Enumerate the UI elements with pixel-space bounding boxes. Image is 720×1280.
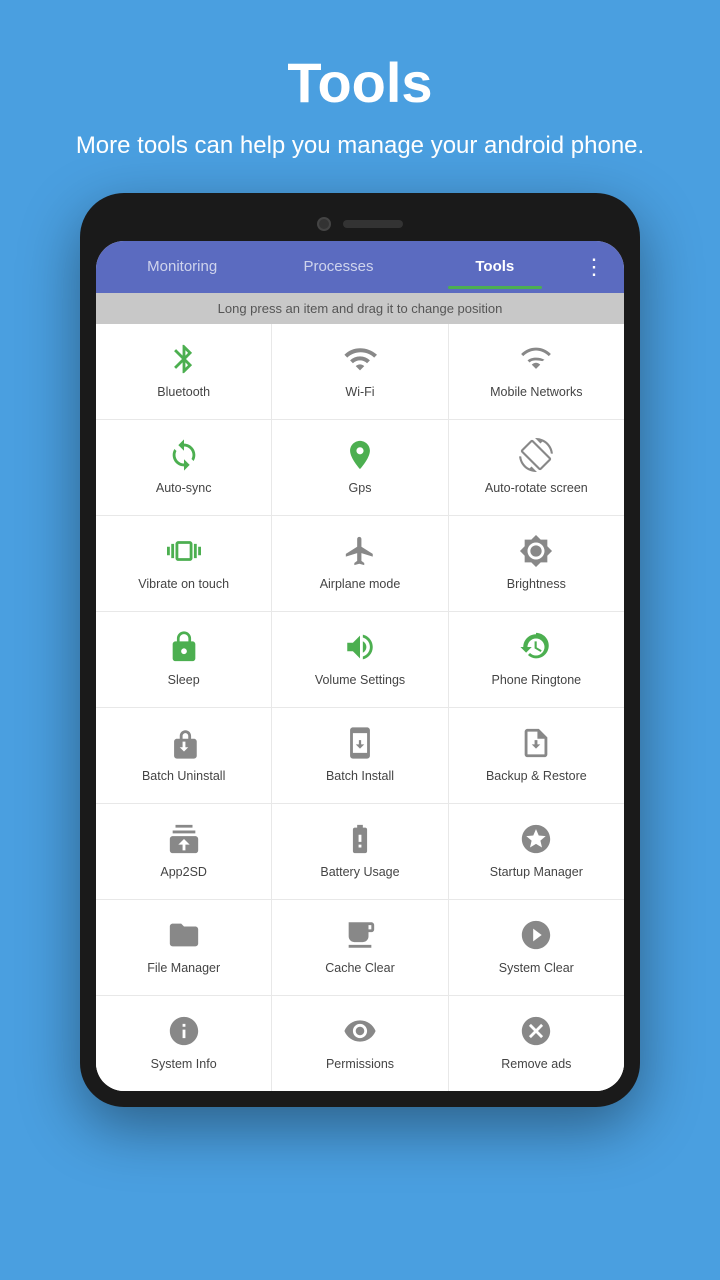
tab-tools[interactable]: Tools	[417, 244, 573, 289]
tool-brightness[interactable]: Brightness	[449, 516, 624, 611]
tool-permissions-label: Permissions	[326, 1056, 394, 1072]
tab-monitoring[interactable]: Monitoring	[104, 244, 260, 289]
tool-file-manager[interactable]: File Manager	[96, 900, 271, 995]
tool-mobile-networks[interactable]: Mobile Networks	[449, 324, 624, 419]
tool-remove-ads[interactable]: Remove ads	[449, 996, 624, 1091]
more-menu-button[interactable]: ⋮	[573, 254, 616, 280]
tool-vibrate-label: Vibrate on touch	[138, 576, 229, 592]
tool-airplane[interactable]: Airplane mode	[272, 516, 447, 611]
tool-airplane-label: Airplane mode	[320, 576, 401, 592]
phone-mockup: Monitoring Processes Tools ⋮ Long press …	[80, 193, 640, 1107]
tool-system-clear-label: System Clear	[499, 960, 574, 976]
tool-ringtone[interactable]: Phone Ringtone	[449, 612, 624, 707]
tool-sleep[interactable]: Sleep	[96, 612, 271, 707]
tool-app2sd-label: App2SD	[160, 864, 207, 880]
page-title: Tools	[40, 50, 680, 115]
tool-gps-label: Gps	[349, 480, 372, 496]
tool-wifi[interactable]: Wi-Fi	[272, 324, 447, 419]
tool-autorotate-label: Auto-rotate screen	[485, 480, 588, 496]
tool-autosync[interactable]: Auto-sync	[96, 420, 271, 515]
tool-file-manager-label: File Manager	[147, 960, 220, 976]
tool-system-info-label: System Info	[151, 1056, 217, 1072]
tab-bar: Monitoring Processes Tools ⋮	[96, 241, 624, 293]
tool-batch-uninstall[interactable]: Batch Uninstall	[96, 708, 271, 803]
tool-app2sd[interactable]: App2SD	[96, 804, 271, 899]
tool-batch-install[interactable]: Batch Install	[272, 708, 447, 803]
tool-backup-label: Backup & Restore	[486, 768, 587, 784]
tool-backup[interactable]: Backup & Restore	[449, 708, 624, 803]
tool-cache-clear[interactable]: Cache Clear	[272, 900, 447, 995]
tool-sleep-label: Sleep	[168, 672, 200, 688]
tool-bluetooth-label: Bluetooth	[157, 384, 210, 400]
tool-cache-clear-label: Cache Clear	[325, 960, 394, 976]
tool-autorotate[interactable]: Auto-rotate screen	[449, 420, 624, 515]
tool-batch-install-label: Batch Install	[326, 768, 394, 784]
tool-wifi-label: Wi-Fi	[345, 384, 374, 400]
page-header: Tools More tools can help you manage you…	[0, 0, 720, 193]
tool-battery-label: Battery Usage	[320, 864, 399, 880]
tool-battery[interactable]: Battery Usage	[272, 804, 447, 899]
tool-volume-label: Volume Settings	[315, 672, 405, 688]
tool-ringtone-label: Phone Ringtone	[491, 672, 581, 688]
tool-mobile-networks-label: Mobile Networks	[490, 384, 582, 400]
tool-volume[interactable]: Volume Settings	[272, 612, 447, 707]
tool-vibrate[interactable]: Vibrate on touch	[96, 516, 271, 611]
tool-startup[interactable]: Startup Manager	[449, 804, 624, 899]
tool-gps[interactable]: Gps	[272, 420, 447, 515]
tool-permissions[interactable]: Permissions	[272, 996, 447, 1091]
tool-system-clear[interactable]: System Clear	[449, 900, 624, 995]
tool-remove-ads-label: Remove ads	[501, 1056, 571, 1072]
tool-bluetooth[interactable]: Bluetooth	[96, 324, 271, 419]
tools-grid: Bluetooth Wi-Fi Mobile Networks Auto-syn…	[96, 324, 624, 1091]
phone-screen: Monitoring Processes Tools ⋮ Long press …	[96, 241, 624, 1091]
page-subtitle: More tools can help you manage your andr…	[40, 129, 680, 163]
tool-startup-label: Startup Manager	[490, 864, 583, 880]
phone-speaker	[343, 220, 403, 228]
tool-system-info[interactable]: System Info	[96, 996, 271, 1091]
phone-camera	[317, 217, 331, 231]
tool-batch-uninstall-label: Batch Uninstall	[142, 768, 225, 784]
drag-hint: Long press an item and drag it to change…	[96, 293, 624, 324]
tool-brightness-label: Brightness	[507, 576, 566, 592]
tool-autosync-label: Auto-sync	[156, 480, 212, 496]
phone-notch	[96, 209, 624, 241]
tab-processes[interactable]: Processes	[260, 244, 416, 289]
